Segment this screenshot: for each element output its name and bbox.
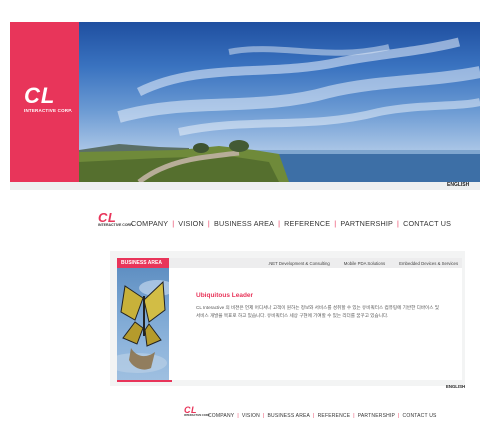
content-heading: Ubiquitous Leader xyxy=(196,292,254,299)
nav-item-contact-us[interactable]: CONTACT US xyxy=(403,219,451,228)
panel-language-link[interactable]: ENGLISH xyxy=(446,384,465,389)
nav-logo-text: CL xyxy=(98,210,117,225)
nav-separator: | xyxy=(262,413,265,419)
submenu-embedded-devices[interactable]: Embedded Devices & Services xyxy=(399,261,458,266)
footer-nav-contact-us[interactable]: CONTACT US xyxy=(403,413,437,419)
panel-accent-line xyxy=(117,380,172,382)
nav-separator: | xyxy=(398,413,400,419)
nav-item-reference[interactable]: REFERENCE xyxy=(284,219,330,228)
submenu-net-development[interactable]: .NET Development & Consulting xyxy=(268,261,330,266)
section-tag: BUSINESS AREA xyxy=(117,258,169,268)
main-nav: COMPANY | VISION | BUSINESS AREA | REFER… xyxy=(131,219,451,228)
footer-nav-business-area[interactable]: BUSINESS AREA xyxy=(267,413,310,419)
nav-separator: | xyxy=(334,219,337,228)
footer-nav-company[interactable]: COMPANY xyxy=(208,413,234,419)
butterfly-image xyxy=(117,268,169,380)
panel-submenu: .NET Development & Consulting Mobile PDA… xyxy=(268,258,458,268)
content-body-line: 서비스 개발을 목표로 하고 있습니다. 유비쿼터스 세상 구현에 기여할 수 … xyxy=(196,312,389,318)
footer-nav-reference[interactable]: REFERENCE xyxy=(318,413,351,419)
submenu-mobile-pda[interactable]: Mobile PDA Solutions xyxy=(344,261,385,266)
hero-bottom-strip xyxy=(10,182,480,190)
footer-logo[interactable]: CL INTERACTIVE CORP. xyxy=(184,406,210,418)
hero-logo: CL xyxy=(24,83,56,108)
nav-separator: | xyxy=(278,219,281,228)
nav-separator: | xyxy=(237,413,239,419)
footer-logo-subtitle: INTERACTIVE CORP. xyxy=(184,414,210,417)
nav-item-partnership[interactable]: PARTNERSHIP xyxy=(340,219,393,228)
language-link[interactable]: ENGLISH xyxy=(447,182,469,188)
nav-item-company[interactable]: COMPANY xyxy=(131,219,168,228)
footer-nav: COMPANY | VISION | BUSINESS AREA | REFER… xyxy=(208,413,437,419)
nav-separator: | xyxy=(353,413,355,419)
nav-logo[interactable]: CL INTERACTIVE CORP. xyxy=(98,210,133,228)
content-body-line: CL Interactive 의 비젼은 언제 어디서나 고객이 원하는 정보와… xyxy=(196,305,440,310)
hero-landscape-image xyxy=(79,22,480,182)
hero-brand-panel: CL INTERACTIVE CORP. xyxy=(10,22,79,182)
nav-item-business-area[interactable]: BUSINESS AREA xyxy=(214,219,274,228)
footer-logo-text: CL xyxy=(184,405,197,415)
nav-item-vision[interactable]: VISION xyxy=(178,219,204,228)
nav-separator: | xyxy=(397,219,400,228)
nav-logo-subtitle: INTERACTIVE CORP. xyxy=(98,223,133,227)
content-body: CL Interactive 의 비젼은 언제 어디서나 고객이 원하는 정보와… xyxy=(196,304,456,319)
footer-nav-vision[interactable]: VISION xyxy=(242,413,260,419)
nav-separator: | xyxy=(172,219,175,228)
hero-logo-subtitle: INTERACTIVE CORP. xyxy=(24,108,73,113)
nav-separator: | xyxy=(313,413,315,419)
nav-separator: | xyxy=(207,219,210,228)
footer-nav-partnership[interactable]: PARTNERSHIP xyxy=(358,413,395,419)
